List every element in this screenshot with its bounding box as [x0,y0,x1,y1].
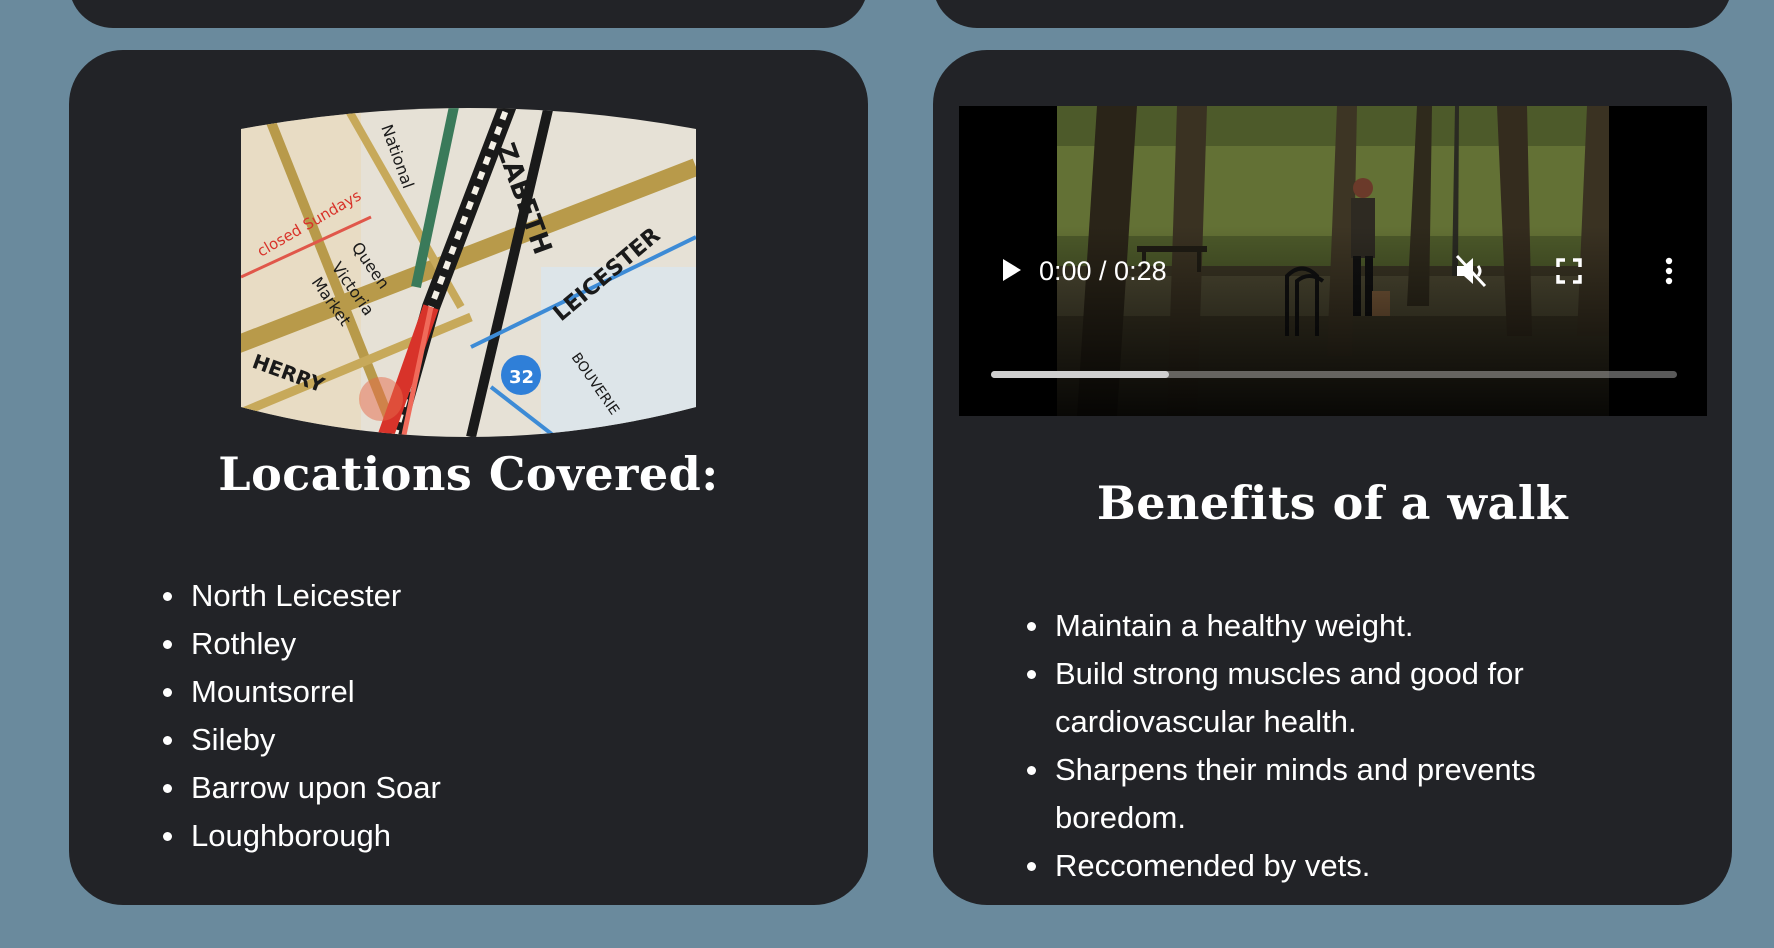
locations-card: 32 ZABETH LEICESTER Queen Victoria Marke… [69,50,868,905]
progress-bar[interactable] [991,371,1677,378]
list-item: Loughborough [161,812,801,860]
previous-card-right [933,0,1732,28]
locations-heading: Locations Covered: [218,447,719,501]
map-image: 32 ZABETH LEICESTER Queen Victoria Marke… [241,107,696,449]
muted-speaker-icon[interactable] [1451,252,1491,290]
fullscreen-icon[interactable] [1551,253,1587,289]
list-item: North Leicester [161,572,801,620]
play-icon[interactable] [995,254,1027,286]
list-item: Maintain a healthy weight. [1025,602,1625,650]
list-item: Rothley [161,620,801,668]
previous-card-left [69,0,868,28]
list-item: Barrow upon Soar [161,764,801,812]
benefits-heading: Benefits of a walk [1096,476,1569,530]
list-item: Reccomended by vets. [1025,842,1625,890]
time-display: 0:00 / 0:28 [1039,256,1167,286]
list-item: Sileby [161,716,801,764]
list-item: Build strong muscles and good for cardio… [1025,650,1625,746]
svg-text:32: 32 [509,367,534,388]
locations-list: North Leicester Rothley Mountsorrel Sile… [161,572,801,860]
list-item: Mountsorrel [161,668,801,716]
benefits-card: 0:00 / 0:28 Benefits of a walk Maintain … [933,50,1732,905]
more-vertical-icon[interactable] [1659,252,1679,290]
progress-buffered [991,371,1170,378]
video-player[interactable]: 0:00 / 0:28 [959,106,1707,416]
list-item: Sharpens their minds and prevents boredo… [1025,746,1625,842]
benefits-list: Maintain a healthy weight. Build strong … [1025,602,1625,890]
